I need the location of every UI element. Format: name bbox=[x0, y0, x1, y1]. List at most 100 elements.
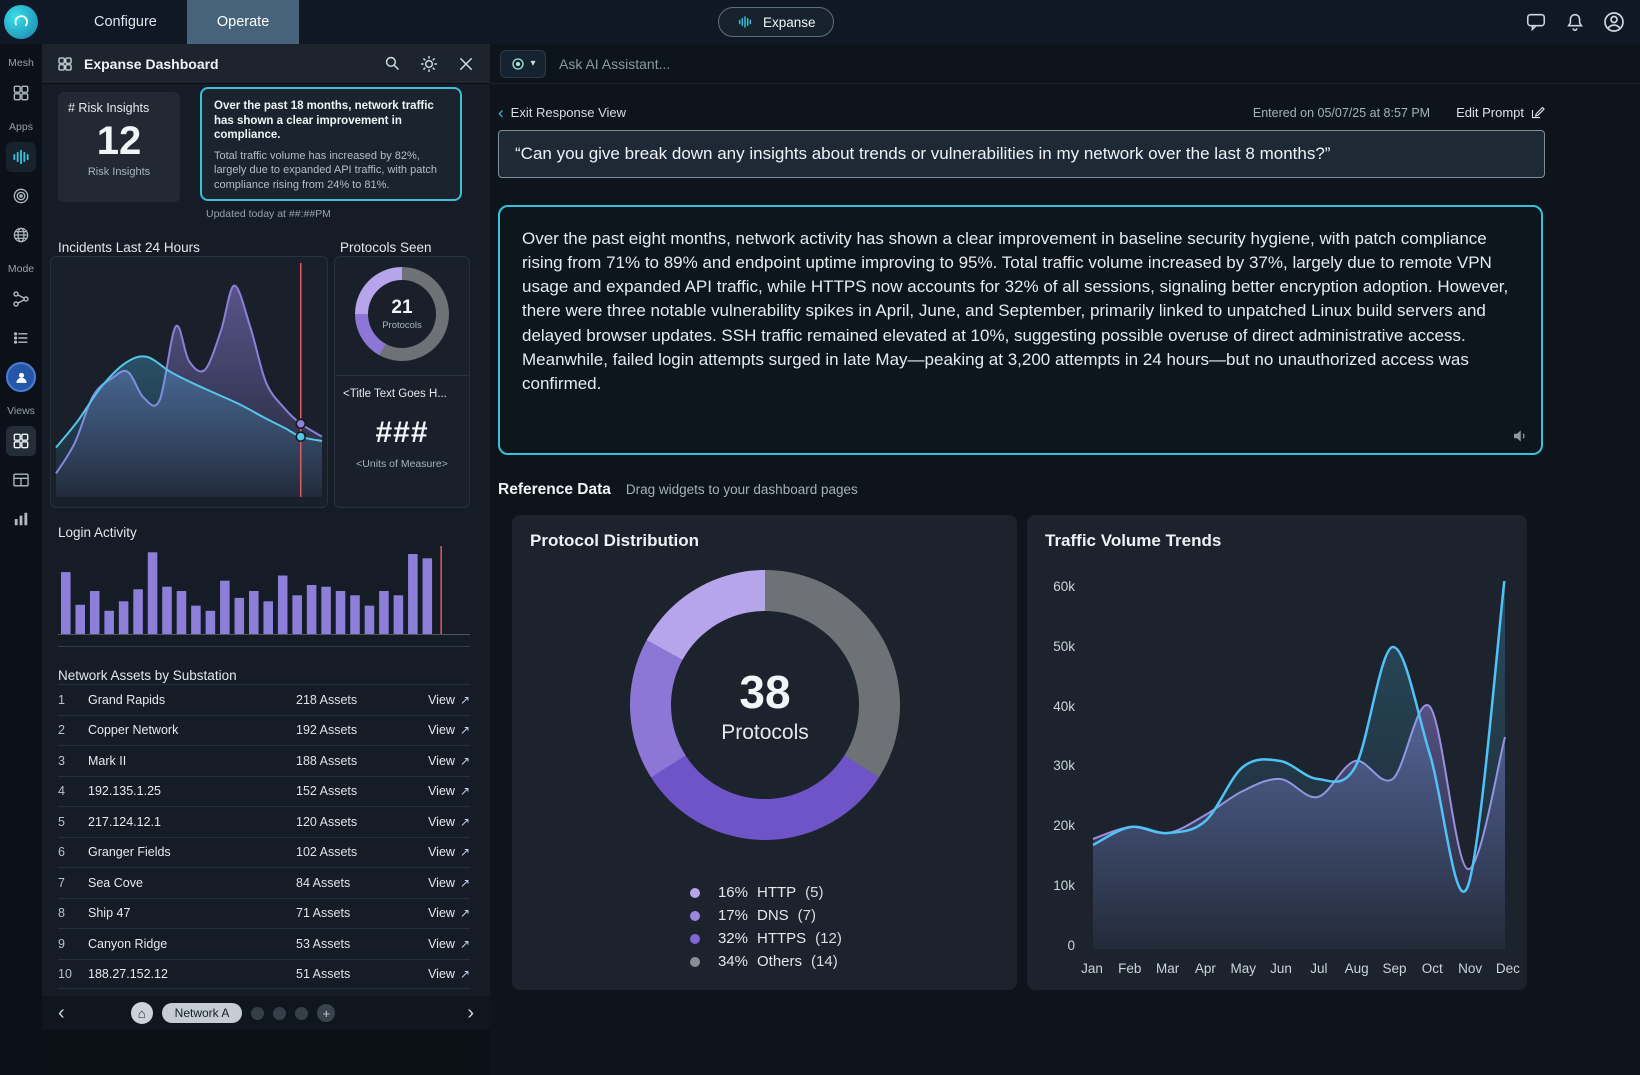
x-axis-tick: Oct bbox=[1417, 961, 1447, 976]
view-link[interactable]: View ↗ bbox=[412, 784, 470, 798]
asset-count: 192 Assets bbox=[296, 723, 412, 737]
ask-ai-input[interactable] bbox=[559, 56, 979, 72]
user-mode-icon[interactable] bbox=[6, 362, 36, 392]
view-label: View bbox=[428, 784, 455, 798]
bar-chart-view-icon[interactable] bbox=[6, 504, 36, 534]
home-icon[interactable]: ⌂ bbox=[131, 1002, 153, 1024]
view-link[interactable]: View ↗ bbox=[412, 937, 470, 951]
table-row[interactable]: 5 217.124.12.1 120 Assets View ↗ bbox=[58, 806, 470, 837]
insight-summary-card[interactable]: Over the past 18 months, network traffic… bbox=[200, 87, 462, 201]
reference-data-header: Reference Data Drag widgets to your dash… bbox=[498, 481, 858, 499]
table-row[interactable]: 4 192.135.1.25 152 Assets View ↗ bbox=[58, 776, 470, 807]
legend-item: 17% DNS (7) bbox=[690, 904, 842, 927]
y-axis-tick: 20k bbox=[1035, 818, 1075, 833]
view-link[interactable]: View ↗ bbox=[412, 967, 470, 981]
view-link[interactable]: View ↗ bbox=[412, 876, 470, 890]
dashboard-panel: Expanse Dashboard # Risk Insights 12 Ris… bbox=[42, 44, 490, 1030]
rail-label-views: Views bbox=[7, 405, 35, 417]
view-link[interactable]: View ↗ bbox=[412, 723, 470, 737]
ai-assistant-button[interactable]: ▾ bbox=[500, 50, 546, 78]
legend-percent: 17% bbox=[710, 907, 748, 924]
target-app-icon[interactable] bbox=[6, 181, 36, 211]
network-page-pill[interactable]: Network A bbox=[162, 1003, 243, 1023]
page-dot[interactable] bbox=[273, 1007, 286, 1020]
panel-body: # Risk Insights 12 Risk Insights Over th… bbox=[42, 84, 490, 996]
topbar: Configure Operate Expanse bbox=[0, 0, 1640, 44]
ai-assistant-icon bbox=[510, 56, 526, 72]
x-axis-tick: Feb bbox=[1115, 961, 1145, 976]
list-mode-icon[interactable] bbox=[6, 323, 36, 353]
x-axis-tick: Nov bbox=[1455, 961, 1485, 976]
legend-count: (7) bbox=[798, 907, 816, 924]
workflow-mode-icon[interactable] bbox=[6, 284, 36, 314]
chat-icon[interactable] bbox=[1524, 10, 1548, 34]
table-row[interactable]: 2 Copper Network 192 Assets View ↗ bbox=[58, 715, 470, 746]
globe-app-icon[interactable] bbox=[6, 220, 36, 250]
gear-icon[interactable] bbox=[419, 54, 439, 74]
view-link[interactable]: View ↗ bbox=[412, 906, 470, 920]
table-view-icon[interactable] bbox=[6, 465, 36, 495]
table-row[interactable]: 9 Canyon Ridge 53 Assets View ↗ bbox=[58, 928, 470, 959]
pager-prev-icon[interactable]: ‹ bbox=[58, 1003, 65, 1023]
protocols-seen-donut: 21 Protocols bbox=[355, 267, 449, 361]
add-page-button[interactable]: + bbox=[317, 1004, 335, 1022]
table-row[interactable]: 8 Ship 47 71 Assets View ↗ bbox=[58, 898, 470, 929]
legend-name: Others bbox=[757, 953, 802, 970]
exit-response-view-link[interactable]: ‹ Exit Response View bbox=[498, 104, 626, 121]
asset-name: Ship 47 bbox=[88, 906, 296, 920]
asset-rank: 7 bbox=[58, 876, 88, 890]
protocol-distribution-card[interactable]: Protocol Distribution 38 Protocols 16% H… bbox=[512, 515, 1017, 990]
grid-view-icon[interactable] bbox=[6, 426, 36, 456]
panel-header: Expanse Dashboard bbox=[42, 44, 490, 84]
y-axis-tick: 40k bbox=[1035, 699, 1075, 714]
speaker-icon[interactable] bbox=[1511, 427, 1529, 445]
search-icon[interactable] bbox=[382, 54, 402, 74]
insight-body: Total traffic volume has increased by 82… bbox=[214, 149, 448, 192]
tab-operate[interactable]: Operate bbox=[187, 0, 299, 44]
traffic-volume-trends-card[interactable]: Traffic Volume Trends 60k50k40k30k20k10k… bbox=[1027, 515, 1527, 990]
close-icon[interactable] bbox=[456, 54, 476, 74]
view-label: View bbox=[428, 937, 455, 951]
page-dot[interactable] bbox=[251, 1007, 264, 1020]
view-link[interactable]: View ↗ bbox=[412, 754, 470, 768]
notifications-bell-icon[interactable] bbox=[1563, 10, 1587, 34]
app-logo[interactable] bbox=[4, 5, 38, 39]
external-arrow-icon: ↗ bbox=[460, 723, 470, 737]
table-row[interactable]: 10 188.27.152.12 51 Assets View ↗ bbox=[58, 959, 470, 990]
view-link[interactable]: View ↗ bbox=[412, 845, 470, 859]
chevron-left-icon: ‹ bbox=[498, 104, 504, 121]
x-axis-tick: Sep bbox=[1380, 961, 1410, 976]
view-label: View bbox=[428, 693, 455, 707]
view-label: View bbox=[428, 967, 455, 981]
legend-dot bbox=[690, 911, 700, 921]
external-arrow-icon: ↗ bbox=[460, 815, 470, 829]
legend-count: (5) bbox=[805, 884, 823, 901]
traffic-trends-area-chart bbox=[1083, 581, 1515, 953]
protocols-seen-title: Protocols Seen bbox=[340, 240, 432, 255]
risk-card-label: Risk Insights bbox=[68, 166, 170, 178]
waveform-app-icon[interactable] bbox=[6, 142, 36, 172]
mesh-grid-icon[interactable] bbox=[6, 78, 36, 108]
user-avatar-icon[interactable] bbox=[1602, 10, 1626, 34]
exit-link-label: Exit Response View bbox=[511, 105, 626, 120]
tab-configure[interactable]: Configure bbox=[64, 0, 187, 44]
rail-label-mesh: Mesh bbox=[8, 57, 34, 69]
legend-dot bbox=[690, 934, 700, 944]
table-row[interactable]: 6 Granger Fields 102 Assets View ↗ bbox=[58, 837, 470, 868]
page-dot[interactable] bbox=[295, 1007, 308, 1020]
brand-pill[interactable]: Expanse bbox=[718, 7, 834, 37]
risk-card-title: # Risk Insights bbox=[68, 101, 170, 115]
incidents-chart-card bbox=[50, 256, 328, 508]
asset-count: 152 Assets bbox=[296, 784, 412, 798]
view-link[interactable]: View ↗ bbox=[412, 815, 470, 829]
asset-count: 188 Assets bbox=[296, 754, 412, 768]
assets-table-title: Network Assets by Substation bbox=[58, 668, 237, 683]
table-row[interactable]: 3 Mark II 188 Assets View ↗ bbox=[58, 745, 470, 776]
table-row[interactable]: 1 Grand Rapids 218 Assets View ↗ bbox=[58, 684, 470, 715]
pager-next-icon[interactable]: › bbox=[467, 1003, 474, 1023]
asset-name: Canyon Ridge bbox=[88, 937, 296, 951]
view-link[interactable]: View ↗ bbox=[412, 693, 470, 707]
table-row[interactable]: 7 Sea Cove 84 Assets View ↗ bbox=[58, 867, 470, 898]
x-axis-tick: Aug bbox=[1342, 961, 1372, 976]
edit-prompt-link[interactable]: Edit Prompt bbox=[1456, 105, 1545, 120]
